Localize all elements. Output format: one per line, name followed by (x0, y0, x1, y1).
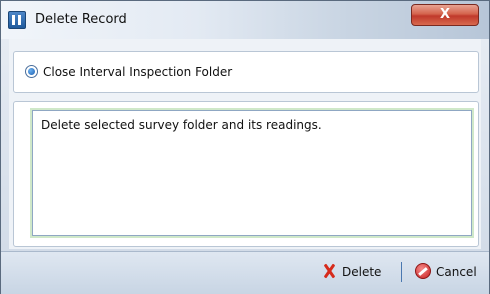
cancel-stop-icon (415, 263, 431, 279)
radio-option-label[interactable]: Close Interval Inspection Folder (43, 64, 232, 80)
close-button[interactable]: X (411, 4, 479, 26)
radio-selected-icon[interactable] (25, 65, 38, 78)
dialog-title: Delete Record (35, 12, 127, 27)
button-separator (401, 262, 402, 282)
dialog-window: Delete Record X Close Interval Inspectio… (0, 0, 490, 294)
cancel-button-label: Cancel (436, 265, 477, 279)
title-bar[interactable]: Delete Record X (1, 1, 489, 39)
delete-button[interactable]: Delete (321, 263, 381, 281)
delete-x-icon (321, 263, 337, 279)
message-textarea[interactable]: Delete selected survey folder and its re… (32, 110, 472, 236)
delete-button-label: Delete (342, 265, 382, 279)
cancel-button[interactable]: Cancel (415, 263, 477, 281)
app-icon (8, 11, 26, 29)
